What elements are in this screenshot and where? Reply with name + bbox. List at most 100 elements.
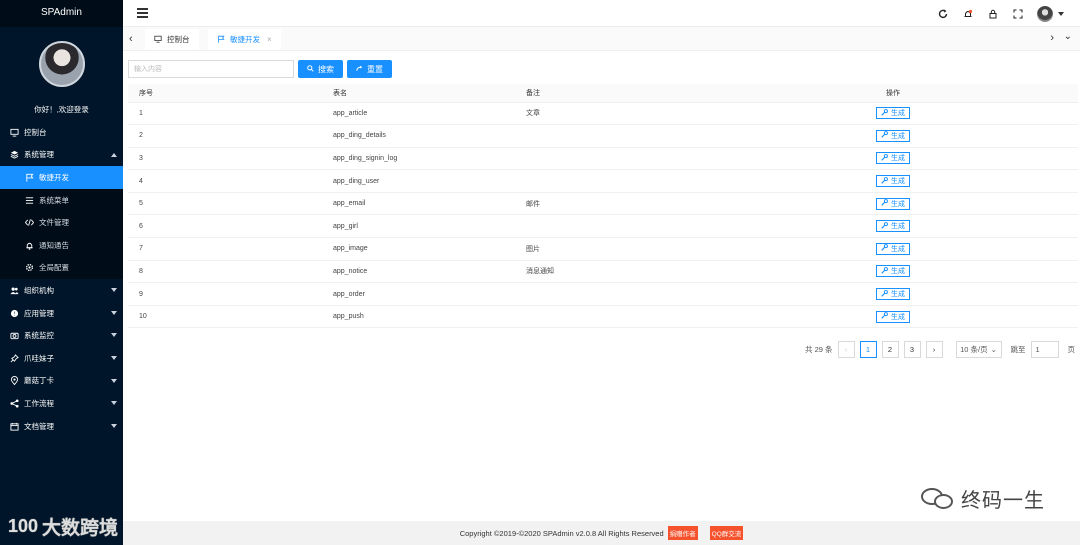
avatar[interactable]: [38, 41, 85, 87]
page-3-button[interactable]: 3: [903, 341, 921, 358]
cell-no: 8: [128, 260, 322, 284]
calendar-icon: [9, 421, 19, 431]
lock-icon[interactable]: [987, 8, 999, 20]
cell-remark: 文章: [515, 102, 708, 126]
generate-button[interactable]: 生成: [876, 242, 910, 255]
cell-action: 生成: [708, 192, 1078, 216]
generate-button[interactable]: 生成: [876, 265, 910, 278]
qq-group-badge[interactable]: QQ群交流: [709, 526, 744, 540]
sidebar-item-agile-dev[interactable]: 敏捷开发: [0, 166, 123, 189]
cell-no: 3: [128, 147, 322, 171]
goto-prefix: 跳至: [1010, 345, 1026, 354]
wrench-icon: [881, 176, 888, 186]
cell-no: 6: [128, 214, 322, 239]
page-2-button[interactable]: 2: [881, 341, 899, 358]
table-row: 1 app_article 文章 生成: [128, 102, 1078, 126]
cell-remark: [515, 147, 708, 171]
search-bar: 搜索 重置: [128, 60, 392, 78]
reset-button[interactable]: 重置: [347, 60, 392, 78]
cell-no: 7: [128, 237, 322, 261]
tab-bar: ‹ 控制台 敏捷开发 × › ⌄: [123, 27, 1080, 51]
wrench-icon: [881, 131, 888, 140]
cell-action: 生成: [708, 214, 1078, 239]
notification-bell-icon[interactable]: [962, 8, 974, 20]
gear-icon: [24, 263, 34, 273]
camera-icon: [9, 331, 19, 341]
sidebar-item-global-config[interactable]: 全局配置: [0, 257, 123, 280]
cell-table-name: app_push: [322, 305, 515, 329]
users-icon: [9, 285, 19, 295]
generate-button[interactable]: 生成: [876, 310, 910, 323]
pagination-total: 共 29 条: [804, 345, 833, 354]
cell-action: 生成: [708, 282, 1078, 306]
column-header-no: 序号: [128, 84, 322, 103]
cell-remark: 邮件: [515, 192, 708, 216]
sidebar-item-org[interactable]: 组织机构: [0, 279, 123, 302]
sidebar-item-label: 全局配置: [39, 263, 69, 273]
refresh-icon[interactable]: [937, 8, 949, 20]
sidebar-item-app-manage[interactable]: ! 应用管理: [0, 302, 123, 325]
table-row: 4 app_ding_user 生成: [128, 169, 1078, 193]
menu-toggle-icon[interactable]: [137, 8, 148, 18]
column-header-table-name: 表名: [322, 84, 515, 103]
page-size-select[interactable]: 10 条/页 ⌄: [955, 341, 1002, 358]
generate-button-label: 生成: [891, 223, 905, 231]
chevron-right-icon[interactable]: ›: [1050, 32, 1054, 44]
donate-badge[interactable]: 捐赠作者: [667, 526, 698, 540]
sidebar-item-system-menu[interactable]: 系统菜单: [0, 189, 123, 212]
generate-button[interactable]: 生成: [876, 129, 910, 142]
generate-button[interactable]: 生成: [876, 197, 910, 210]
sidebar-item-java-girl[interactable]: 爪哇妹子: [0, 347, 123, 370]
submenu-system: 敏捷开发 系统菜单 文件管理 通知通告 全局配置: [0, 166, 123, 280]
sidebar-item-dashboard[interactable]: 控制台: [0, 121, 123, 144]
sidebar-item-system[interactable]: 系统管理: [0, 144, 123, 167]
fullscreen-icon[interactable]: [1012, 8, 1024, 20]
watermark-brand: 100 大数跨境: [8, 513, 118, 540]
sidebar-item-label: 文件管理: [39, 218, 69, 228]
user-menu-caret-icon[interactable]: [1058, 12, 1064, 16]
chevron-down-icon: [111, 333, 117, 338]
sidebar-item-file-manage[interactable]: 文件管理: [0, 211, 123, 234]
generate-button[interactable]: 生成: [876, 175, 910, 188]
user-avatar[interactable]: [1037, 6, 1053, 22]
sidebar-item-workflow[interactable]: 工作流程: [0, 392, 123, 415]
sidebar-item-label: 系统监控: [24, 331, 54, 341]
sidebar-item-mogu-card[interactable]: 蘑菇丁卡: [0, 370, 123, 393]
generate-button[interactable]: 生成: [876, 220, 910, 233]
header-actions: [937, 6, 1064, 22]
search-input[interactable]: [128, 60, 294, 78]
watermark-wechat: 终码一生: [921, 484, 1045, 513]
top-header: [123, 0, 1080, 27]
page-1-button[interactable]: 1: [859, 341, 877, 358]
chevron-up-icon: [111, 152, 117, 157]
sidebar-item-label: 敏捷开发: [39, 172, 69, 182]
tab-agile-dev[interactable]: 敏捷开发 ×: [208, 29, 281, 50]
generate-button[interactable]: 生成: [876, 107, 910, 120]
next-page-button[interactable]: ›: [925, 341, 943, 358]
chevron-down-icon[interactable]: ⌄: [1064, 31, 1072, 42]
sidebar-item-label: 爪哇妹子: [24, 353, 54, 363]
cell-table-name: app_ding_user: [322, 169, 515, 193]
sidebar-item-notice[interactable]: 通知通告: [0, 234, 123, 257]
goto-page-input[interactable]: 1: [1030, 341, 1059, 358]
cell-no: 4: [128, 169, 322, 193]
sidebar-item-docs[interactable]: 文档管理: [0, 415, 123, 438]
wrench-icon: [881, 289, 888, 299]
cell-remark: [515, 305, 708, 329]
pin-icon: [9, 353, 19, 363]
sidebar-item-label: 蘑菇丁卡: [24, 376, 54, 386]
tab-dashboard[interactable]: 控制台: [145, 29, 199, 50]
wrench-icon: [881, 221, 888, 231]
sidebar-item-monitor[interactable]: 系统监控: [0, 324, 123, 347]
cell-table-name: app_ding_signin_log: [322, 147, 515, 171]
search-button[interactable]: 搜索: [298, 60, 343, 78]
table-row: 10 app_push 生成: [128, 305, 1078, 329]
generate-button[interactable]: 生成: [876, 152, 910, 165]
search-button-label: 搜索: [318, 64, 334, 74]
pagination: 共 29 条 ‹ 1 2 3 › 10 条/页 ⌄ 跳至 1 页: [805, 341, 1075, 358]
prev-page-button[interactable]: ‹: [837, 341, 855, 358]
close-icon[interactable]: ×: [267, 35, 272, 44]
chevron-left-icon[interactable]: ‹: [129, 33, 133, 45]
generate-button[interactable]: 生成: [876, 288, 910, 301]
cell-action: 生成: [708, 169, 1078, 193]
